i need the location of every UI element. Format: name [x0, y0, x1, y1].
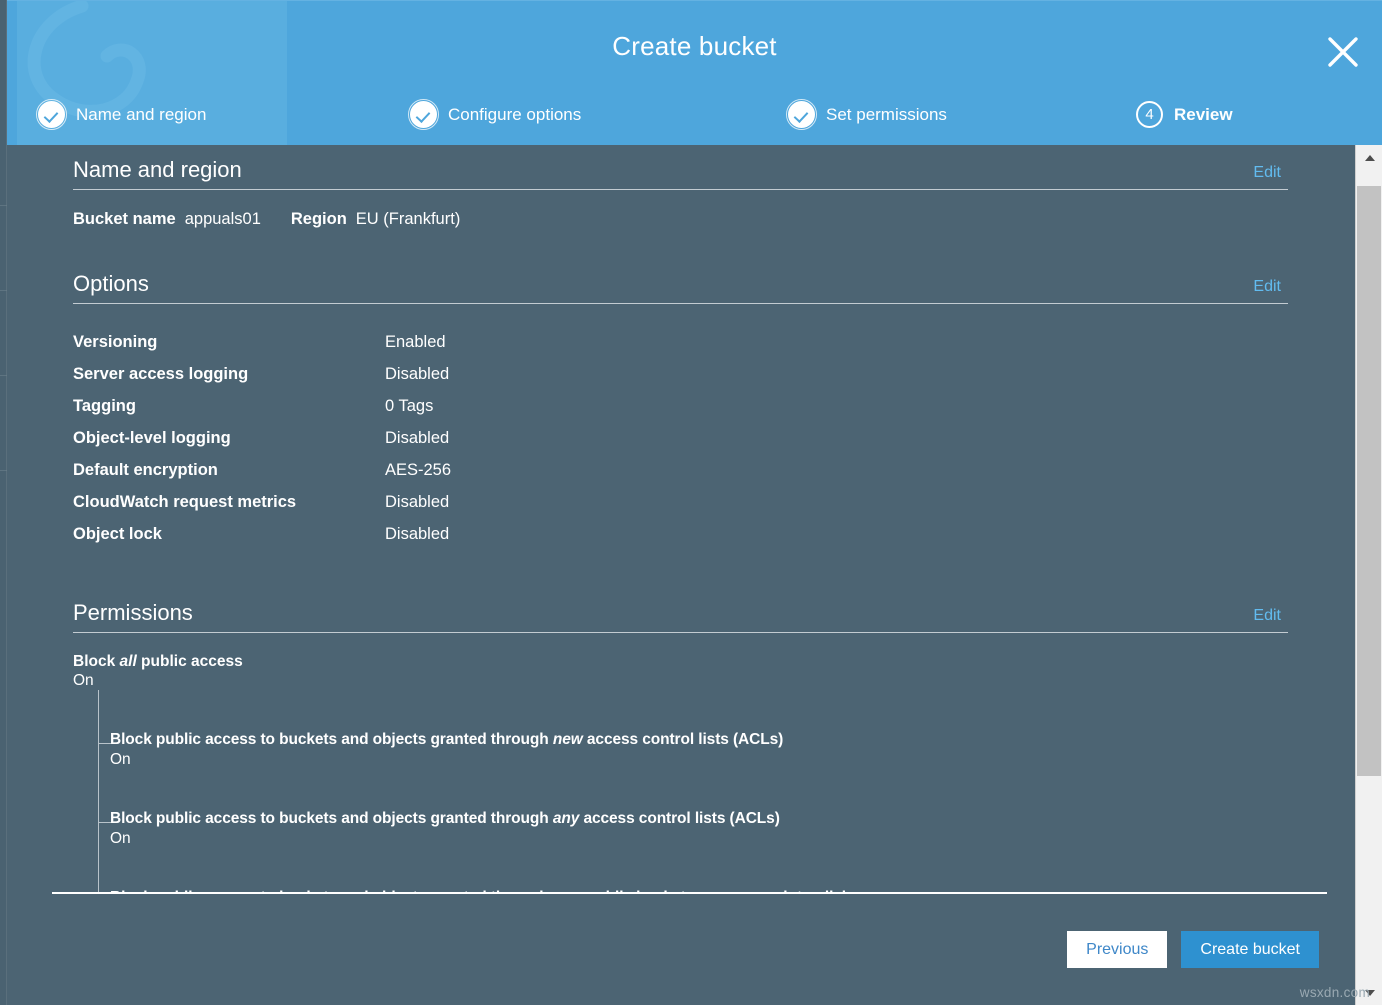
- permission-item: Block public access to buckets and objec…: [110, 848, 1305, 892]
- option-value: AES-256: [385, 454, 451, 486]
- option-value: 0 Tags: [385, 390, 433, 422]
- option-value: Enabled: [385, 326, 446, 358]
- permission-item: Block public access to buckets and objec…: [110, 769, 1305, 848]
- option-key: Server access logging: [73, 358, 385, 390]
- permission-root-title-post: public access: [137, 653, 243, 670]
- option-key: Object-level logging: [73, 422, 385, 454]
- modal-header: Create bucket Name and region Configure …: [7, 0, 1382, 145]
- step-name-and-region[interactable]: Name and region: [38, 101, 206, 128]
- check-circle-icon: [38, 101, 65, 128]
- previous-button[interactable]: Previous: [1067, 931, 1167, 968]
- create-bucket-modal: Create bucket Name and region Configure …: [7, 0, 1382, 1005]
- chevron-up-icon: [1365, 155, 1375, 161]
- option-row: Object-level logging Disabled: [73, 422, 1305, 454]
- background-page-strip: [0, 0, 7, 1005]
- bucket-name-value: appuals01: [185, 210, 261, 229]
- edit-link-name-and-region[interactable]: Edit: [1253, 164, 1305, 182]
- permission-root-title-emphasis: all: [120, 653, 137, 670]
- permission-root-state: On: [73, 672, 1305, 690]
- footer-buttons: Previous Create bucket: [1067, 931, 1319, 968]
- modal-body: Name and region Edit Bucket name appuals…: [7, 145, 1382, 1005]
- modal-title: Create bucket: [7, 31, 1382, 62]
- wizard-steps: Name and region Configure options Set pe…: [7, 101, 1382, 137]
- step-set-permissions[interactable]: Set permissions: [788, 101, 947, 128]
- permission-root-title: Block all public access: [73, 653, 1305, 671]
- watermark: wsxdn.com: [1300, 985, 1370, 1000]
- region-label: Region: [291, 210, 347, 229]
- create-bucket-button[interactable]: Create bucket: [1181, 931, 1319, 968]
- section-title: Permissions: [73, 600, 193, 626]
- option-row: Versioning Enabled: [73, 326, 1305, 358]
- permission-children: Block public access to buckets and objec…: [73, 690, 1305, 892]
- option-row: Object lock Disabled: [73, 518, 1305, 550]
- scrollbar-thumb[interactable]: [1357, 186, 1381, 776]
- permission-title-pre: Block public access to buckets and objec…: [110, 810, 553, 827]
- check-circle-icon: [410, 101, 437, 128]
- section-divider: [73, 189, 1288, 190]
- permission-root-title-pre: Block: [73, 653, 120, 670]
- permission-title-post: access control lists (ACLs): [583, 731, 784, 748]
- option-row: CloudWatch request metrics Disabled: [73, 486, 1305, 518]
- scroll-up-button[interactable]: [1356, 145, 1382, 170]
- permission-title-post: access control lists (ACLs): [579, 810, 780, 827]
- tree-branch-line: [98, 822, 111, 823]
- step-number: 4: [1145, 107, 1153, 122]
- step-label: Review: [1174, 105, 1233, 125]
- permission-title-pre: Block public access to buckets and objec…: [110, 731, 553, 748]
- page-root: Create bucket Name and region Configure …: [0, 0, 1382, 1005]
- section-header-permissions: Permissions Edit: [73, 600, 1305, 632]
- options-list: Versioning Enabled Server access logging…: [73, 326, 1305, 550]
- option-key: Versioning: [73, 326, 385, 358]
- option-key: CloudWatch request metrics: [73, 486, 385, 518]
- section-header-name-and-region: Name and region Edit: [73, 157, 1305, 189]
- permission-title: Block public access to buckets and objec…: [110, 810, 1305, 828]
- option-value: Disabled: [385, 518, 449, 550]
- name-and-region-values: Bucket name appuals01 Region EU (Frankfu…: [73, 210, 1305, 229]
- option-value: Disabled: [385, 358, 449, 390]
- option-row: Tagging 0 Tags: [73, 390, 1305, 422]
- check-circle-icon: [788, 101, 815, 128]
- vertical-scrollbar[interactable]: [1355, 145, 1382, 1005]
- permission-title-emphasis: any: [553, 810, 579, 827]
- option-row: Server access logging Disabled: [73, 358, 1305, 390]
- tree-branch-line: [98, 743, 111, 744]
- option-key: Object lock: [73, 518, 385, 550]
- step-label: Configure options: [448, 105, 581, 125]
- edit-link-options[interactable]: Edit: [1253, 278, 1305, 296]
- option-value: Disabled: [385, 486, 449, 518]
- edit-link-permissions[interactable]: Edit: [1253, 607, 1305, 625]
- step-label: Name and region: [76, 105, 206, 125]
- close-icon[interactable]: [1325, 34, 1361, 70]
- permission-item: Block public access to buckets and objec…: [110, 690, 1305, 769]
- section-divider: [73, 632, 1288, 633]
- footer-divider: [52, 892, 1327, 894]
- section-title: Options: [73, 271, 149, 297]
- option-value: Disabled: [385, 422, 449, 454]
- option-row: Default encryption AES-256: [73, 454, 1305, 486]
- section-divider: [73, 303, 1288, 304]
- permission-title: Block public access to buckets and objec…: [110, 731, 1305, 749]
- step-configure-options[interactable]: Configure options: [410, 101, 581, 128]
- tree-trunk-line: [98, 690, 99, 892]
- region-value: EU (Frankfurt): [356, 210, 461, 229]
- section-title: Name and region: [73, 157, 242, 183]
- step-number-circle: 4: [1136, 101, 1163, 128]
- permission-state: On: [110, 751, 1305, 769]
- step-label: Set permissions: [826, 105, 947, 125]
- modal-footer: Previous Create bucket: [7, 892, 1355, 1005]
- review-scroll-area: Name and region Edit Bucket name appuals…: [7, 145, 1355, 892]
- step-review[interactable]: 4 Review: [1136, 101, 1233, 128]
- permission-state: On: [110, 830, 1305, 848]
- option-key: Default encryption: [73, 454, 385, 486]
- bucket-name-label: Bucket name: [73, 210, 176, 229]
- permission-title-emphasis: new: [553, 731, 583, 748]
- permission-root: Block all public access On Block public …: [73, 653, 1305, 892]
- section-header-options: Options Edit: [73, 271, 1305, 303]
- option-key: Tagging: [73, 390, 385, 422]
